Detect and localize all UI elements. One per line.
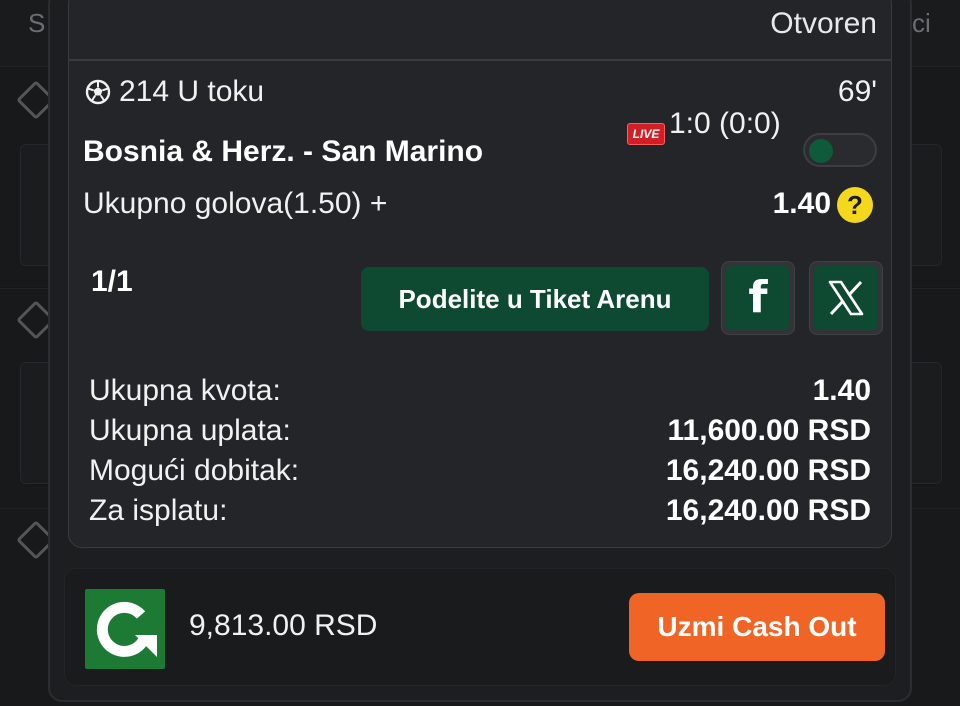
refresh-arrow-icon	[96, 601, 157, 657]
summary-row: Za isplatu: 16,240.00 RSD	[89, 491, 871, 531]
background-tab-text-right: ci	[912, 8, 931, 38]
cashout-logo-icon	[85, 589, 165, 669]
divider	[69, 59, 891, 61]
x-logo-icon	[814, 266, 878, 330]
ticket-card: Otvoren 214 U toku 69' Bosnia & Herz. - …	[68, 0, 892, 548]
match-toggle[interactable]	[803, 133, 877, 167]
match-info: 214 U toku	[85, 75, 264, 109]
help-icon[interactable]: ?	[837, 187, 873, 223]
summary-row: Mogući dobitak: 16,240.00 RSD	[89, 451, 871, 491]
match-code: 214 U toku	[119, 75, 265, 108]
summary-label: Mogući dobitak:	[89, 454, 300, 487]
market-odd: 1.40	[772, 187, 831, 220]
selection-count: 1/1	[91, 265, 133, 298]
share-arena-button[interactable]: Podelite u Tiket Arenu	[361, 267, 709, 331]
toggle-knob	[809, 139, 833, 163]
x-logo-glyph	[828, 280, 864, 316]
summary-row: Ukupna kvota: 1.40	[89, 371, 871, 411]
facebook-share-button[interactable]: f	[721, 261, 795, 335]
summary-value: 1.40	[812, 374, 871, 407]
match-teams: Bosnia & Herz. - San Marino	[83, 135, 484, 168]
match-minute: 69'	[837, 75, 877, 108]
match-score: 1:0 (0:0)	[669, 107, 781, 140]
summary-label: Ukupna uplata:	[89, 414, 291, 447]
summary-value: 16,240.00 RSD	[665, 454, 871, 487]
ticket-status: Otvoren	[770, 7, 877, 40]
summary-value: 11,600.00 RSD	[667, 414, 871, 447]
x-share-button[interactable]	[809, 261, 883, 335]
cashout-bar: 9,813.00 RSD Uzmi Cash Out	[64, 568, 896, 686]
cashout-button[interactable]: Uzmi Cash Out	[629, 593, 885, 661]
summary-label: Ukupna kvota:	[89, 374, 281, 407]
summary-row: Ukupna uplata: 11,600.00 RSD	[89, 411, 871, 451]
summary-label: Za isplatu:	[89, 494, 228, 527]
background-tab-text: S	[28, 8, 46, 38]
live-badge: LIVE	[627, 123, 665, 145]
cashout-amount: 9,813.00 RSD	[189, 609, 378, 642]
soccer-ball-icon	[85, 79, 111, 105]
facebook-icon: f	[726, 266, 790, 330]
facebook-letter: f	[748, 272, 768, 323]
summary-value: 16,240.00 RSD	[665, 494, 871, 527]
ticket-summary: Ukupna kvota: 1.40 Ukupna uplata: 11,600…	[89, 371, 871, 531]
market-label: Ukupno golova(1.50) +	[83, 187, 388, 220]
